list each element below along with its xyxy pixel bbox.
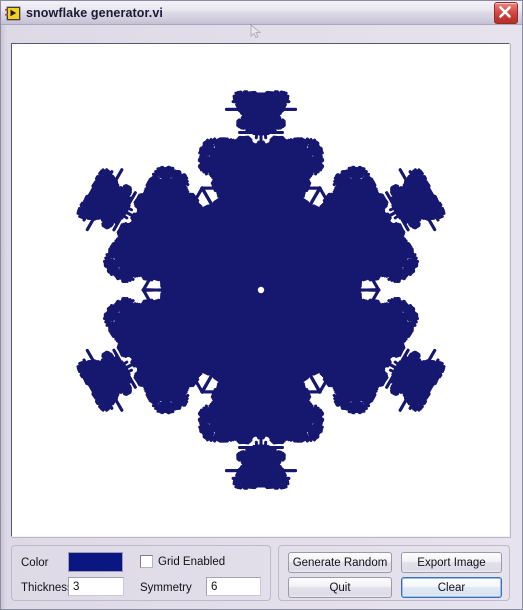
title-bar[interactable]: snowflake generator.vi xyxy=(1,1,522,25)
clear-button[interactable]: Clear xyxy=(401,577,502,598)
grid-enabled-checkbox[interactable]: Grid Enabled xyxy=(140,555,225,568)
checkbox-box-icon xyxy=(140,555,153,568)
window-title: snowflake generator.vi xyxy=(26,6,494,20)
actions-group: Generate Random Export Image Quit Clear xyxy=(278,545,510,601)
snowflake-canvas[interactable] xyxy=(11,43,510,537)
color-swatch[interactable] xyxy=(68,552,123,572)
symmetry-label: Symmetry xyxy=(140,582,192,594)
quit-button[interactable]: Quit xyxy=(288,577,392,598)
thickness-label: Thickness xyxy=(21,582,73,594)
export-image-button[interactable]: Export Image xyxy=(401,552,502,573)
thickness-input[interactable]: 3 xyxy=(68,577,124,596)
close-icon[interactable] xyxy=(494,2,518,24)
parameters-group: Color Thickness 3 Grid Enabled Symmetry … xyxy=(11,545,271,601)
labview-vi-icon xyxy=(5,5,21,21)
symmetry-input[interactable]: 6 xyxy=(206,577,261,596)
color-label: Color xyxy=(21,557,48,569)
snowflake-drawing xyxy=(12,44,509,536)
application-window: snowflake generator.vi Color Thickness 3… xyxy=(0,0,523,610)
grid-enabled-label: Grid Enabled xyxy=(158,556,225,568)
generate-random-button[interactable]: Generate Random xyxy=(288,552,392,573)
color-swatch-fill xyxy=(69,553,122,571)
